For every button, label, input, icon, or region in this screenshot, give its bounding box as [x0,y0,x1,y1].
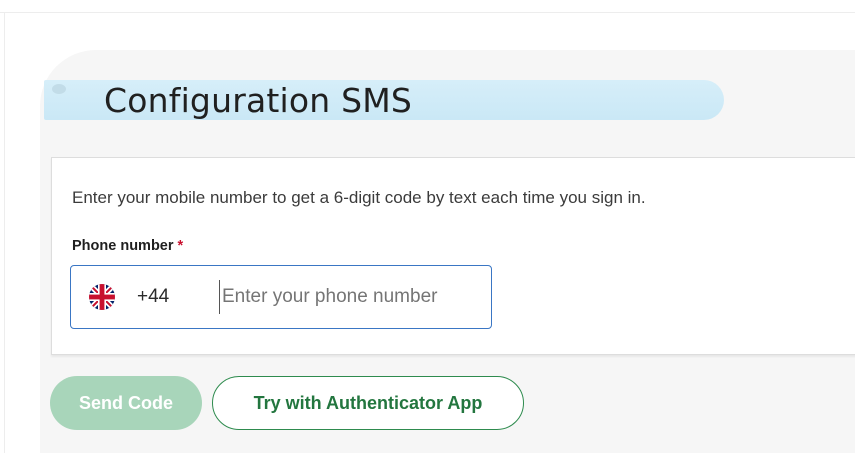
send-code-button[interactable]: Send Code [50,376,202,430]
phone-number-label-text: Phone number [72,238,174,254]
page-title: Configuration SMS [104,81,413,120]
phone-number-input[interactable] [219,280,482,314]
phone-number-field[interactable]: +44 [70,265,492,329]
country-code[interactable]: +44 [137,286,169,308]
phone-number-label: Phone number * [72,238,183,254]
left-divider [4,12,5,453]
title-decoration [52,84,66,94]
sms-configuration-page: Configuration SMS Enter your mobile numb… [0,0,855,453]
required-marker: * [177,238,184,254]
instruction-text: Enter your mobile number to get a 6-digi… [72,188,646,207]
authenticator-app-button[interactable]: Try with Authenticator App [212,376,524,430]
phone-setup-card: Enter your mobile number to get a 6-digi… [51,157,855,355]
uk-flag-icon[interactable] [88,283,116,311]
top-divider [0,12,855,13]
